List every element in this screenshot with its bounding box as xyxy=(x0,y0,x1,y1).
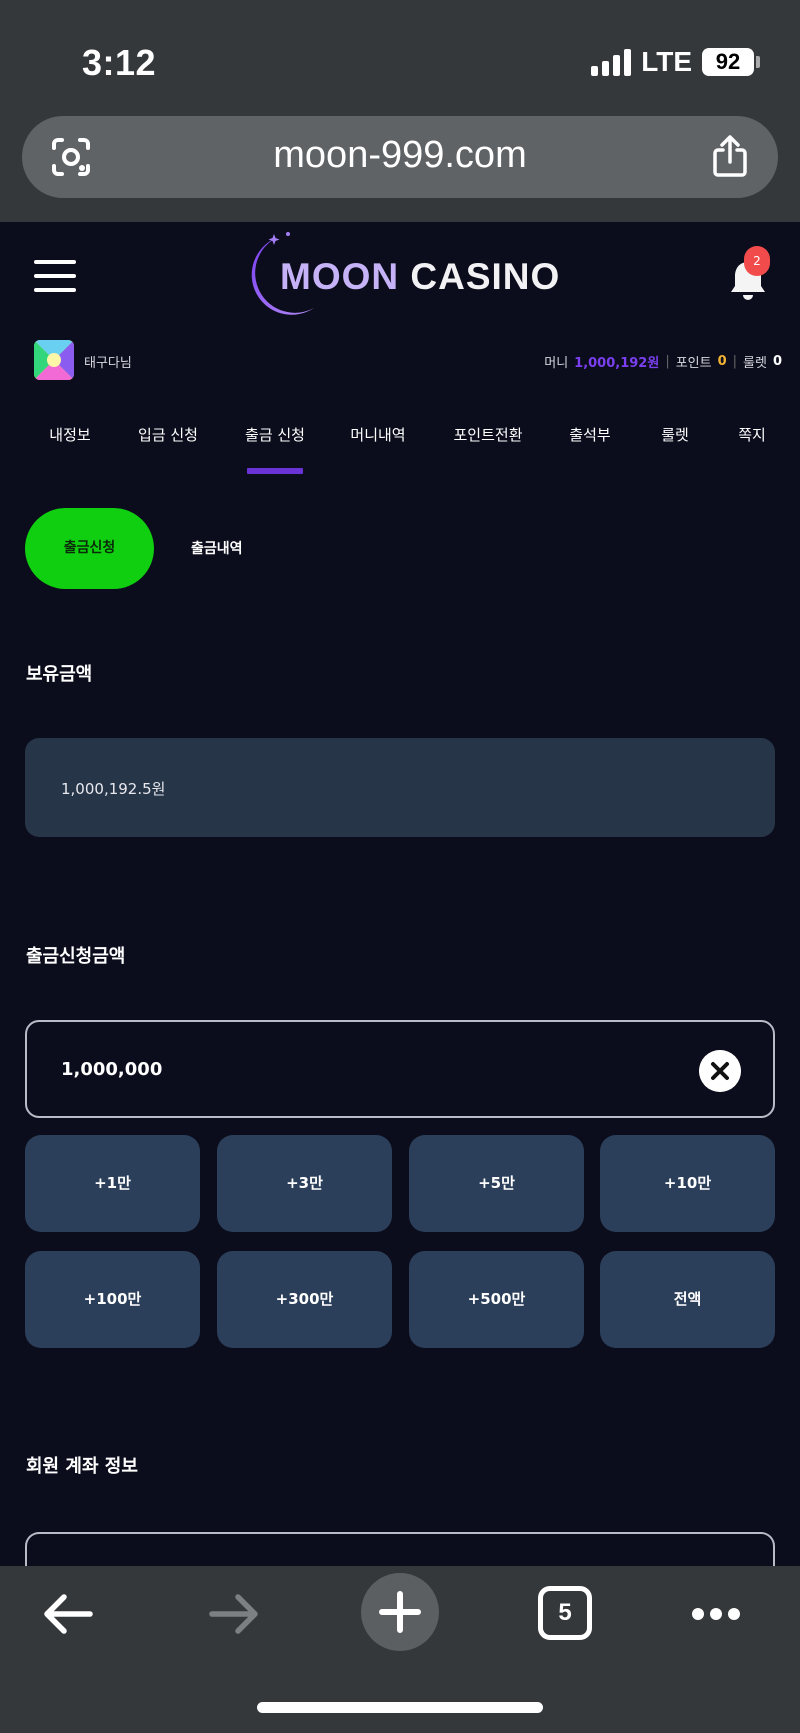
moon-casino-logo[interactable]: MOON CASINO xyxy=(238,230,568,322)
user-level-avatar xyxy=(34,340,74,380)
username: 태구다님 xyxy=(84,356,132,371)
add-3m-button[interactable]: +300만 xyxy=(217,1251,392,1348)
add-10k-button[interactable]: +1만 xyxy=(25,1135,200,1232)
tab-messages[interactable]: 쪽지 xyxy=(738,424,766,445)
clear-icon[interactable] xyxy=(699,1050,741,1092)
tab-withdraw[interactable]: 출금 신청 xyxy=(245,424,305,445)
withdraw-amount-input[interactable] xyxy=(61,1048,641,1090)
battery-level: 92 xyxy=(702,48,754,76)
logo-text: MOON CASINO xyxy=(280,256,561,297)
add-1m-button[interactable]: +100만 xyxy=(25,1251,200,1348)
full-amount-button[interactable]: 전액 xyxy=(600,1251,775,1348)
back-arrow-icon[interactable] xyxy=(42,1592,94,1636)
url-text[interactable]: moon-999.com xyxy=(22,134,778,177)
subtab-withdraw-history[interactable]: 출금내역 xyxy=(191,538,243,558)
divider: | xyxy=(732,354,738,369)
point-value: 0 xyxy=(717,354,727,369)
user-info-bar: 태구다님 머니 1,000,192원 | 포인트 0 | 룰렛 0 xyxy=(0,338,800,386)
withdraw-amount-field xyxy=(25,1020,775,1118)
status-time: 3:12 xyxy=(82,42,157,83)
home-indicator xyxy=(257,1702,543,1713)
tab-attendance[interactable]: 출석부 xyxy=(569,424,610,445)
site-header: MOON CASINO xyxy=(0,222,800,332)
divider: | xyxy=(665,354,670,369)
tab-my-info[interactable]: 내정보 xyxy=(49,424,90,445)
plus-icon xyxy=(379,1591,421,1633)
new-tab-button[interactable] xyxy=(361,1573,439,1651)
status-indicators: LTE 92 xyxy=(591,46,760,78)
notification-badge: 2 xyxy=(744,246,770,276)
tab-switcher-button[interactable]: 5 xyxy=(538,1586,592,1640)
tab-deposit[interactable]: 입금 신청 xyxy=(138,424,198,445)
held-amount-title: 보유금액 xyxy=(26,664,93,685)
menu-icon[interactable] xyxy=(34,260,76,292)
add-5m-button[interactable]: +500만 xyxy=(409,1251,584,1348)
add-50k-button[interactable]: +5만 xyxy=(409,1135,584,1232)
roulette-value: 0 xyxy=(772,354,782,369)
tab-money-history[interactable]: 머니내역 xyxy=(350,424,405,445)
roulette-label: 룰렛 xyxy=(743,356,767,371)
account-nav-tabs: 내정보 입금 신청 출금 신청 머니내역 포인트전환 출석부 룰렛 쪽지 xyxy=(0,408,800,478)
add-30k-button[interactable]: +3만 xyxy=(217,1135,392,1232)
money-label: 머니 xyxy=(544,356,569,371)
balance-summary: 머니 1,000,192원 | 포인트 0 | 룰렛 0 xyxy=(544,352,782,371)
subtab-withdraw-request[interactable]: 출금신청 xyxy=(25,508,154,589)
money-value: 1,000,192원 xyxy=(574,356,660,371)
share-icon[interactable] xyxy=(710,134,750,178)
add-100k-button[interactable]: +10만 xyxy=(600,1135,775,1232)
battery-icon: 92 xyxy=(702,48,760,76)
withdraw-amount-title: 출금신청금액 xyxy=(26,946,126,967)
browser-top-chrome: 3:12 LTE 92 moon-999.com xyxy=(0,0,800,222)
network-type: LTE xyxy=(641,46,692,77)
signal-icon xyxy=(591,48,632,76)
held-amount-value: 1,000,192.5원 xyxy=(61,780,166,798)
tab-roulette[interactable]: 룰렛 xyxy=(661,424,689,445)
held-amount-box: 1,000,192.5원 xyxy=(25,738,775,837)
account-info-title: 회원 계좌 정보 xyxy=(26,1456,138,1477)
point-label: 포인트 xyxy=(675,356,712,371)
tab-point-convert[interactable]: 포인트전환 xyxy=(453,424,522,445)
forward-arrow-icon[interactable] xyxy=(208,1592,260,1636)
address-bar[interactable]: moon-999.com xyxy=(22,116,778,198)
active-tab-indicator xyxy=(247,468,303,474)
more-icon[interactable] xyxy=(690,1604,742,1624)
